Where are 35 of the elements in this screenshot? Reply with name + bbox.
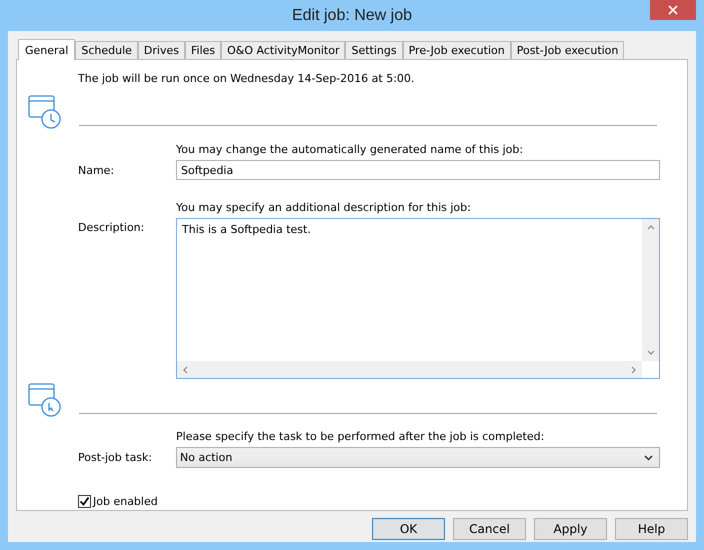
field-label: Description: [78, 221, 146, 234]
field-label: Name: [78, 164, 116, 176]
schedule-info: The job will be run once on Wednesday 14-Sep-2016 at 5:00. [78, 72, 416, 85]
tab[interactable]: Pre-Job execution [402, 41, 511, 59]
window-title: Edit job: New job [292, 6, 412, 24]
dialog-button[interactable]: Apply [534, 518, 607, 540]
job-enabled-checkbox[interactable]: Job enabled [78, 495, 687, 508]
tab[interactable]: Post-Job execution [510, 41, 624, 59]
dialog-button[interactable]: Help [615, 518, 688, 540]
checkmark-icon [79, 496, 90, 507]
checkbox-label: Job enabled [93, 495, 158, 508]
dialog-button[interactable]: OK [372, 518, 445, 540]
tab[interactable]: Drives [138, 41, 185, 59]
close-icon [668, 5, 678, 15]
field-label: Post-job task: [78, 451, 154, 464]
field-hint: You may specify an additional description for this job: [176, 201, 472, 214]
tab[interactable]: General [18, 39, 76, 60]
tab[interactable]: O&O ActivityMonitor [221, 41, 346, 59]
field-hint: You may change the automatically generated name of this job: [176, 143, 524, 156]
description-field[interactable]: This is a Softpedia test. [176, 218, 660, 379]
vertical-scrollbar[interactable] [642, 219, 659, 361]
horizontal-scrollbar[interactable] [177, 361, 642, 378]
description-text: This is a Softpedia test. [182, 223, 311, 236]
tab[interactable]: Files [184, 41, 222, 59]
calendar-clock-icon [28, 383, 62, 417]
post-job-dropdown[interactable]: No action [176, 447, 660, 468]
checkbox[interactable] [78, 495, 91, 508]
chevron-down-icon [644, 454, 653, 460]
dialog-button[interactable]: Cancel [453, 518, 526, 540]
name-field[interactable]: Softpedia [176, 160, 660, 180]
tab[interactable]: Schedule [75, 41, 138, 59]
field-hint: Please specify the task to be performed after the job is completed: [176, 430, 546, 443]
close-button[interactable] [650, 0, 696, 20]
tab[interactable]: Settings [345, 41, 403, 59]
calendar-clock-icon [28, 95, 62, 129]
